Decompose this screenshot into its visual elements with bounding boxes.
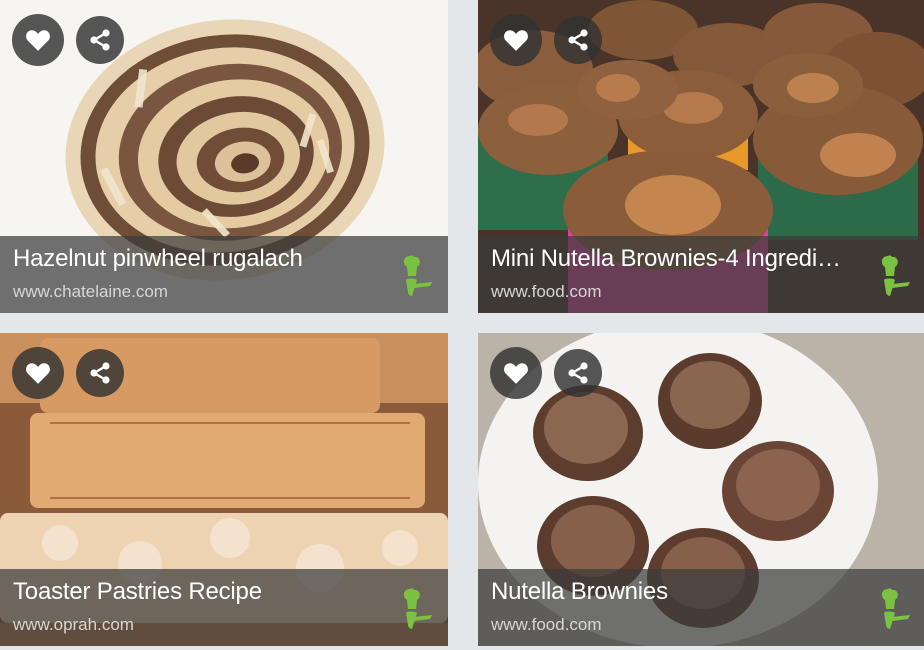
recipe-title[interactable]: Hazelnut pinwheel rugalach bbox=[13, 245, 363, 273]
heart-icon bbox=[26, 363, 50, 384]
recipe-card-toaster-pastries[interactable]: Toaster Pastries Recipe www.oprah.com bbox=[0, 333, 448, 646]
heart-icon bbox=[504, 363, 528, 384]
share-button[interactable] bbox=[554, 349, 602, 397]
share-button[interactable] bbox=[76, 349, 124, 397]
chef-icon bbox=[881, 255, 910, 296]
recipe-source: www.oprah.com bbox=[13, 615, 134, 634]
recipe-source: www.chatelaine.com bbox=[13, 282, 168, 301]
recipe-card-nutella-brownies[interactable]: Nutella Brownies www.food.com bbox=[478, 333, 924, 646]
card-caption: Nutella Brownies www.food.com bbox=[478, 569, 924, 646]
recipe-source: www.food.com bbox=[491, 282, 602, 301]
card-caption: Mini Nutella Brownies-4 Ingredie... www.… bbox=[478, 236, 924, 313]
recipe-title[interactable]: Nutella Brownies bbox=[491, 578, 841, 606]
share-icon bbox=[90, 29, 110, 51]
recipe-card-mini-nutella-brownies[interactable]: Mini Nutella Brownies-4 Ingredie... www.… bbox=[478, 0, 924, 313]
share-button[interactable] bbox=[76, 16, 124, 64]
recipe-card-hazelnut-rugalach[interactable]: Hazelnut pinwheel rugalach www.chatelain… bbox=[0, 0, 448, 313]
share-icon bbox=[568, 29, 588, 51]
favorite-button[interactable] bbox=[490, 347, 542, 399]
recipe-source: www.food.com bbox=[491, 615, 602, 634]
recipe-title[interactable]: Mini Nutella Brownies-4 Ingredie... bbox=[491, 245, 841, 273]
favorite-button[interactable] bbox=[12, 14, 64, 66]
chef-icon bbox=[403, 255, 432, 296]
share-button[interactable] bbox=[554, 16, 602, 64]
chef-icon bbox=[881, 588, 910, 629]
card-caption: Hazelnut pinwheel rugalach www.chatelain… bbox=[0, 236, 448, 313]
share-icon bbox=[568, 362, 588, 384]
favorite-button[interactable] bbox=[490, 14, 542, 66]
recipe-title[interactable]: Toaster Pastries Recipe bbox=[13, 578, 363, 606]
share-icon bbox=[90, 362, 110, 384]
heart-icon bbox=[504, 30, 528, 51]
heart-icon bbox=[26, 30, 50, 51]
favorite-button[interactable] bbox=[12, 347, 64, 399]
chef-icon bbox=[403, 588, 432, 629]
card-caption: Toaster Pastries Recipe www.oprah.com bbox=[0, 569, 448, 646]
